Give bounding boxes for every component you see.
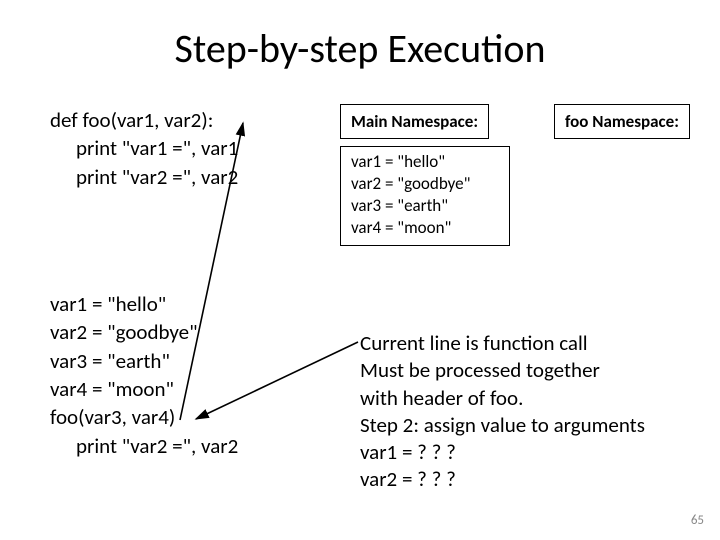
explain-line: with header of foo.: [360, 385, 700, 412]
code-line: var1 = "hello": [50, 290, 238, 318]
main-namespace-label: Main Namespace:: [340, 104, 489, 139]
code-line: print "var1 =", var1: [50, 134, 238, 162]
page-number: 65: [691, 513, 704, 528]
main-namespace-contents: var1 = "hello" var2 = "goodbye" var3 = "…: [340, 146, 510, 246]
explain-line: Current line is function call: [360, 330, 700, 357]
explanation-text: Current line is function call Must be pr…: [360, 330, 700, 494]
explain-line: var2 = ? ? ?: [360, 466, 700, 493]
code-line: def foo(var1, var2):: [50, 106, 238, 134]
explain-line: var1 = ? ? ?: [360, 439, 700, 466]
var-line: var1 = "hello": [351, 151, 499, 173]
var-line: var4 = "moon": [351, 217, 499, 239]
code-line: var3 = "earth": [50, 347, 238, 375]
slide-title: Step-by-step Execution: [0, 0, 720, 73]
code-line: var2 = "goodbye": [50, 318, 238, 346]
var-line: var3 = "earth": [351, 195, 499, 217]
explain-line: Step 2: assign value to arguments: [360, 412, 700, 439]
code-block-function-def: def foo(var1, var2): print "var1 =", var…: [50, 106, 238, 191]
code-block-main: var1 = "hello" var2 = "goodbye" var3 = "…: [50, 290, 238, 460]
code-line: var4 = "moon": [50, 375, 238, 403]
var-line: var2 = "goodbye": [351, 173, 499, 195]
foo-namespace-label: foo Namespace:: [554, 104, 690, 139]
code-line: print "var2 =", var2: [50, 163, 238, 191]
code-line: foo(var3, var4): [50, 403, 238, 431]
explain-line: Must be processed together: [360, 357, 700, 384]
code-line: print "var2 =", var2: [50, 432, 238, 460]
